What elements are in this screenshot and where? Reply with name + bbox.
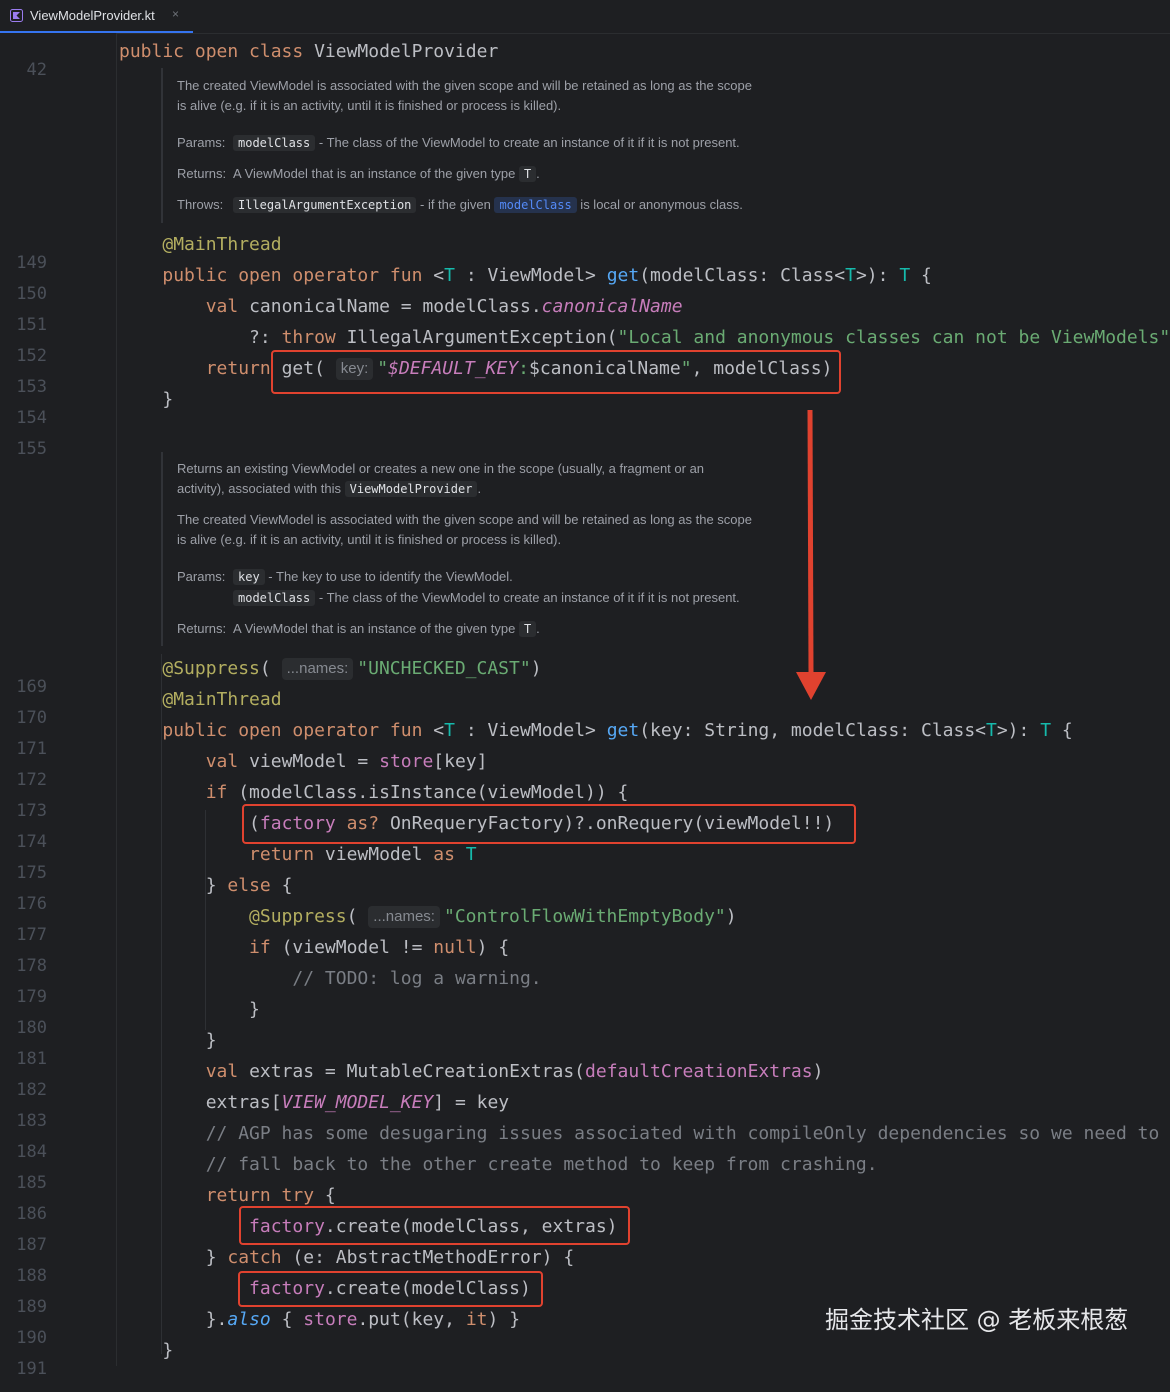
- code-line-170[interactable]: 170 @MainThread: [0, 684, 1170, 728]
- editor-tab-bar: ViewModelProvider.kt ×: [0, 0, 1170, 34]
- doc-link[interactable]: modelClass: [494, 197, 577, 213]
- doc-text: Returns an existing ViewModel or creates…: [177, 461, 705, 476]
- highlight-box-create-modelclass: [238, 1271, 543, 1307]
- code-text: // fall back to the other create method …: [205, 1154, 878, 1175]
- doc-text: activity), associated with this ViewMode…: [177, 481, 482, 497]
- line-number: 191: [16, 1359, 47, 1379]
- code-text: // TODO: log a warning.: [292, 968, 542, 989]
- kdoc-block-get-key-modelclass: Returns an existing ViewModel or creates…: [161, 452, 803, 646]
- doc-text: is alive (e.g. if it is an activity, unt…: [177, 98, 562, 113]
- code-line-188[interactable]: 188 } catch (e: AbstractMethodError) {: [0, 1242, 1170, 1286]
- doc-text: is alive (e.g. if it is an activity, unt…: [177, 532, 562, 547]
- code-line-185[interactable]: 185 // fall back to the other create met…: [0, 1149, 1170, 1193]
- code-line-172[interactable]: 172 val viewModel = store[key]: [0, 746, 1170, 790]
- doc-code-chip: IllegalArgumentException: [233, 197, 417, 213]
- code-text: // AGP has some desugaring issues associ…: [205, 1123, 1160, 1144]
- highlight-box-onrequery: [242, 804, 856, 844]
- code-text: val canonicalName = modelClass.canonical…: [205, 296, 683, 317]
- code-text: } catch (e: AbstractMethodError) {: [205, 1247, 575, 1268]
- doc-params: modelClass - The class of the ViewModel …: [177, 588, 740, 608]
- line-number: 42: [26, 60, 47, 80]
- doc-text: The created ViewModel is associated with…: [177, 78, 752, 93]
- code-line-177[interactable]: 177 @Suppress( ...names: "ControlFlowWith…: [0, 901, 1170, 945]
- parameter-hint: ...names:: [281, 658, 354, 680]
- code-text: public open class ViewModelProvider: [119, 41, 499, 62]
- code-line-151[interactable]: 151 val canonicalName = modelClass.canon…: [0, 291, 1170, 335]
- code-text: @MainThread: [162, 234, 282, 255]
- code-line-42[interactable]: 42 public open class ViewModelProvider: [0, 36, 1170, 80]
- doc-code-chip: T: [518, 621, 537, 637]
- highlight-box-get-default-key: [271, 350, 841, 394]
- code-text: extras[VIEW_MODEL_KEY] = key: [205, 1092, 510, 1113]
- doc-params: Params: key - The key to use to identify …: [177, 569, 513, 585]
- code-line-191[interactable]: 191 }: [0, 1335, 1170, 1379]
- code-line-155[interactable]: 155: [0, 415, 1170, 459]
- code-line-180[interactable]: 180 }: [0, 994, 1170, 1038]
- doc-code-chip: T: [518, 166, 537, 182]
- doc-params: Params: modelClass - The class of the Vie…: [177, 135, 740, 151]
- code-text: }.also { store.put(key, it) }: [205, 1309, 521, 1330]
- doc-throws: Throws: IllegalArgumentException - if the…: [177, 197, 743, 213]
- code-text: public open operator fun <T : ViewModel>…: [162, 720, 1073, 741]
- parameter-hint: ...names:: [368, 906, 440, 928]
- code-text: ?: throw IllegalArgumentException("Local…: [249, 327, 1170, 348]
- code-text: } else {: [205, 875, 293, 896]
- red-arrow-down-icon: [796, 410, 826, 700]
- code-line-176[interactable]: 176 } else {: [0, 870, 1170, 914]
- kotlin-file-icon: [10, 9, 23, 22]
- code-line-149[interactable]: 149 @MainThread: [0, 229, 1170, 273]
- code-text: }: [162, 389, 174, 410]
- code-text: @Suppress( ...names: "UNCHECKED_CAST"): [162, 658, 542, 680]
- doc-code-chip: modelClass: [233, 135, 316, 151]
- code-text: }: [205, 1030, 217, 1051]
- tab-viewmodelprovider[interactable]: ViewModelProvider.kt ×: [0, 0, 193, 33]
- kdoc-block-get-modelclass: The created ViewModel is associated with…: [161, 68, 803, 223]
- doc-text: The created ViewModel is associated with…: [177, 512, 752, 527]
- code-line-178[interactable]: 178 if (viewModel != null) {: [0, 932, 1170, 976]
- code-line-152[interactable]: 152 ?: throw IllegalArgumentException("L…: [0, 322, 1170, 366]
- doc-returns: Returns: A ViewModel that is an instance …: [177, 166, 540, 182]
- doc-code-chip: ViewModelProvider: [344, 481, 478, 497]
- code-text: if (viewModel != null) {: [249, 937, 510, 958]
- code-line-183[interactable]: 183 extras[VIEW_MODEL_KEY] = key: [0, 1087, 1170, 1131]
- code-text: val viewModel = store[key]: [205, 751, 488, 772]
- highlight-box-create-extras: [239, 1206, 630, 1245]
- code-line-182[interactable]: 182 val extras = MutableCreationExtras(d…: [0, 1056, 1170, 1100]
- tab-label: ViewModelProvider.kt: [30, 8, 155, 23]
- line-number: 155: [16, 439, 47, 459]
- doc-returns: Returns: A ViewModel that is an instance …: [177, 621, 540, 637]
- code-line-184[interactable]: 184 // AGP has some desugaring issues as…: [0, 1118, 1170, 1162]
- code-text: }: [162, 1340, 174, 1361]
- doc-code-chip: modelClass: [233, 590, 316, 606]
- watermark: 掘金技术社区 @ 老板来根葱: [825, 1306, 1129, 1334]
- code-text: @Suppress( ...names: "ControlFlowWithEmpt…: [249, 906, 737, 928]
- code-line-169[interactable]: 169 @Suppress( ...names: "UNCHECKED_CAST"…: [0, 653, 1170, 697]
- code-text: public open operator fun <T : ViewModel>…: [162, 265, 932, 286]
- code-text: }: [249, 999, 260, 1020]
- code-line-179[interactable]: 179 // TODO: log a warning.: [0, 963, 1170, 1007]
- code-text: @MainThread: [162, 689, 282, 710]
- close-icon[interactable]: ×: [172, 7, 179, 21]
- code-text: val extras = MutableCreationExtras(defau…: [205, 1061, 824, 1082]
- code-line-181[interactable]: 181 }: [0, 1025, 1170, 1069]
- code-line-171[interactable]: 171 public open operator fun <T : ViewMo…: [0, 715, 1170, 759]
- doc-code-chip: key: [233, 569, 265, 585]
- code-line-150[interactable]: 150 public open operator fun <T : ViewMo…: [0, 260, 1170, 304]
